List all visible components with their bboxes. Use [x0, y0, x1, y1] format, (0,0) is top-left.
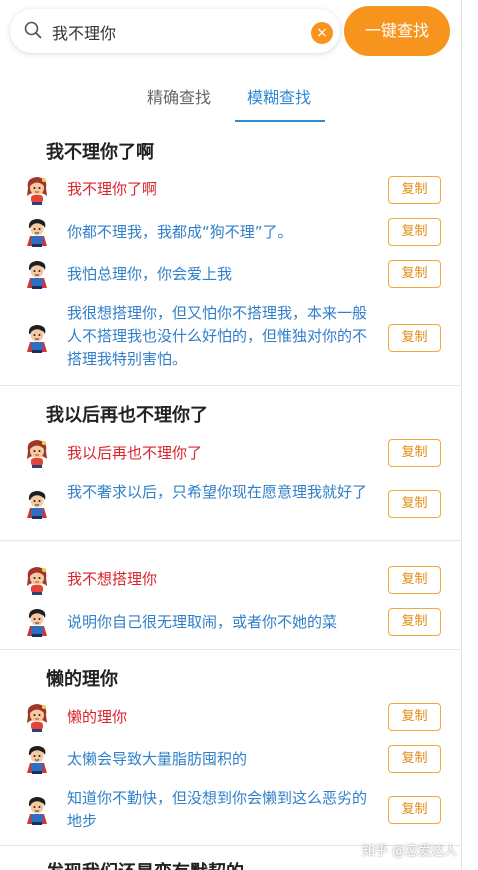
girl-avatar-icon [22, 701, 52, 733]
copy-button[interactable]: 复制 [388, 745, 441, 773]
copy-button[interactable]: 复制 [388, 218, 441, 246]
answer-text: 我很想搭理你，但又怕你不搭理我，本来一般人不搭理我也没什么好怕的，但惟独对你的不… [67, 304, 368, 368]
tab-exact-search[interactable]: 精确查找 [147, 84, 211, 108]
question-text: 懒的理你 [67, 708, 128, 726]
copy-button[interactable]: 复制 [388, 324, 441, 352]
group-divider [0, 649, 462, 650]
girl-avatar-icon [22, 437, 52, 469]
answer-text: 我怕总理你，你会爱上我 [67, 265, 233, 283]
answer-text: 知道你不勤快，但没想到你会懒到这么恶劣的地步 [67, 789, 368, 830]
find-button[interactable]: 一键查找 [344, 6, 450, 56]
boy-avatar-icon [22, 743, 52, 775]
question-text: 我以后再也不理你了 [67, 444, 203, 462]
copy-button[interactable]: 复制 [388, 260, 441, 288]
group-title: 发现我们还是变有默契的 [46, 858, 244, 870]
copy-button[interactable]: 复制 [388, 566, 441, 594]
boy-avatar-icon [22, 322, 52, 354]
group-divider [0, 385, 462, 386]
boy-avatar-icon [22, 488, 52, 520]
answer-text: 我不奢求以后，只希望你现在愿意理我就好了 [67, 483, 368, 501]
group-title: 我不理你了啊 [46, 142, 154, 163]
boy-avatar-icon [22, 794, 52, 826]
group-divider [0, 540, 462, 541]
boy-avatar-icon [22, 606, 52, 638]
boy-avatar-icon [22, 258, 52, 290]
question-text: 我不想搭理你 [67, 570, 158, 588]
active-tab-indicator [235, 120, 325, 122]
group-title: 我以后再也不理你了 [46, 405, 208, 426]
search-input[interactable]: 我不理你 × [10, 9, 340, 53]
copy-button[interactable]: 复制 [388, 703, 441, 731]
girl-avatar-icon [22, 564, 52, 596]
copy-button[interactable]: 复制 [388, 608, 441, 636]
question-text: 我不理你了啊 [67, 180, 158, 198]
boy-avatar-icon [22, 216, 52, 248]
watermark: 知乎 @恋爱达人 [362, 844, 458, 859]
answer-text: 你都不理我，我都成“狗不理”了。 [67, 223, 293, 241]
copy-button[interactable]: 复制 [388, 490, 441, 518]
copy-button[interactable]: 复制 [388, 439, 441, 467]
search-icon [24, 21, 42, 39]
tab-fuzzy-search[interactable]: 模糊查找 [247, 84, 311, 108]
search-bar: 我不理你 × 一键查找 [10, 6, 450, 56]
page-right-border [461, 0, 462, 870]
search-query[interactable]: 我不理你 [52, 20, 116, 44]
group-title: 懒的理你 [46, 669, 118, 690]
answer-text: 说明你自己很无理取闹，或者你不她的菜 [67, 613, 338, 631]
clear-icon[interactable]: × [311, 22, 333, 44]
copy-button[interactable]: 复制 [388, 796, 441, 824]
answer-text: 太懒会导致大量脂肪囤积的 [67, 750, 248, 768]
copy-button[interactable]: 复制 [388, 176, 441, 204]
girl-avatar-icon [22, 174, 52, 206]
